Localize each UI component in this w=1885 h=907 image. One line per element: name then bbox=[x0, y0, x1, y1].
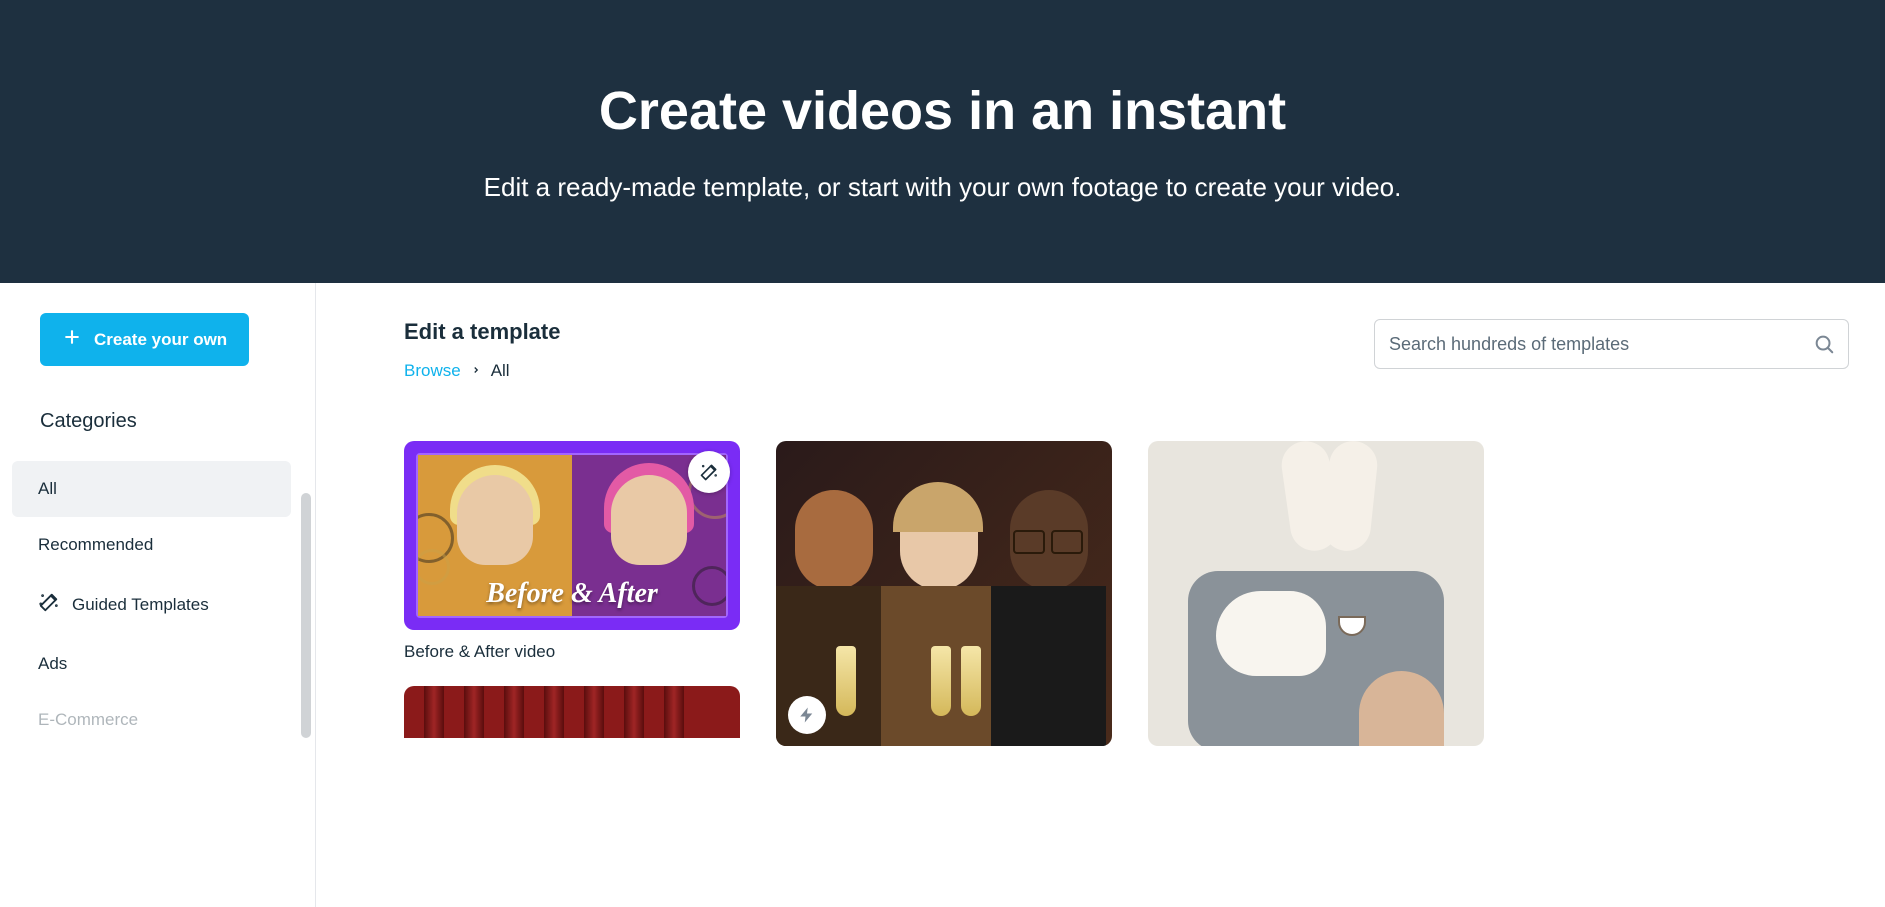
category-item-guided-templates[interactable]: Guided Templates bbox=[12, 573, 291, 636]
template-title: Before & After video bbox=[404, 642, 740, 662]
breadcrumb-root-link[interactable]: Browse bbox=[404, 361, 461, 381]
breadcrumb: Browse All bbox=[404, 361, 560, 381]
template-card-party[interactable] bbox=[776, 441, 1112, 746]
search-input[interactable] bbox=[1374, 319, 1849, 369]
template-thumbnail bbox=[1148, 441, 1484, 746]
category-list: All Recommended Guided Templates Ads E-C… bbox=[12, 461, 291, 730]
sidebar-scrollbar-thumb[interactable] bbox=[301, 493, 311, 738]
breadcrumb-current: All bbox=[491, 361, 510, 381]
magic-wand-badge-icon bbox=[688, 451, 730, 493]
categories-heading: Categories bbox=[40, 410, 291, 433]
create-your-own-button[interactable]: Create your own bbox=[40, 313, 249, 366]
magic-wand-icon bbox=[38, 591, 60, 618]
hero-banner: Create videos in an instant Edit a ready… bbox=[0, 0, 1885, 283]
template-card-partial[interactable] bbox=[404, 686, 740, 738]
category-item-ecommerce[interactable]: E-Commerce bbox=[12, 692, 291, 730]
category-item-ads[interactable]: Ads bbox=[12, 636, 291, 692]
category-item-all[interactable]: All bbox=[12, 461, 291, 517]
search-icon bbox=[1813, 333, 1835, 355]
section-title: Edit a template bbox=[404, 319, 560, 345]
main-content: Edit a template Browse All bbox=[316, 283, 1885, 907]
template-thumbnail: Before & After bbox=[404, 441, 740, 630]
template-grid: Before & After Before & After video bbox=[404, 441, 1849, 746]
plus-icon bbox=[62, 327, 82, 352]
hero-subtitle: Edit a ready-made template, or start wit… bbox=[484, 172, 1402, 203]
template-card-before-after[interactable]: Before & After Before & After video bbox=[404, 441, 740, 662]
template-overlay-text: Before & After bbox=[418, 578, 726, 610]
create-button-label: Create your own bbox=[94, 330, 227, 350]
hero-title: Create videos in an instant bbox=[599, 80, 1286, 142]
category-item-recommended[interactable]: Recommended bbox=[12, 517, 291, 573]
template-thumbnail bbox=[776, 441, 1112, 746]
sidebar: Create your own Categories All Recommend… bbox=[0, 283, 316, 907]
search-wrapper bbox=[1374, 319, 1849, 369]
template-card-relax[interactable] bbox=[1148, 441, 1484, 746]
chevron-right-icon bbox=[471, 361, 481, 381]
bolt-badge-icon bbox=[788, 696, 826, 734]
